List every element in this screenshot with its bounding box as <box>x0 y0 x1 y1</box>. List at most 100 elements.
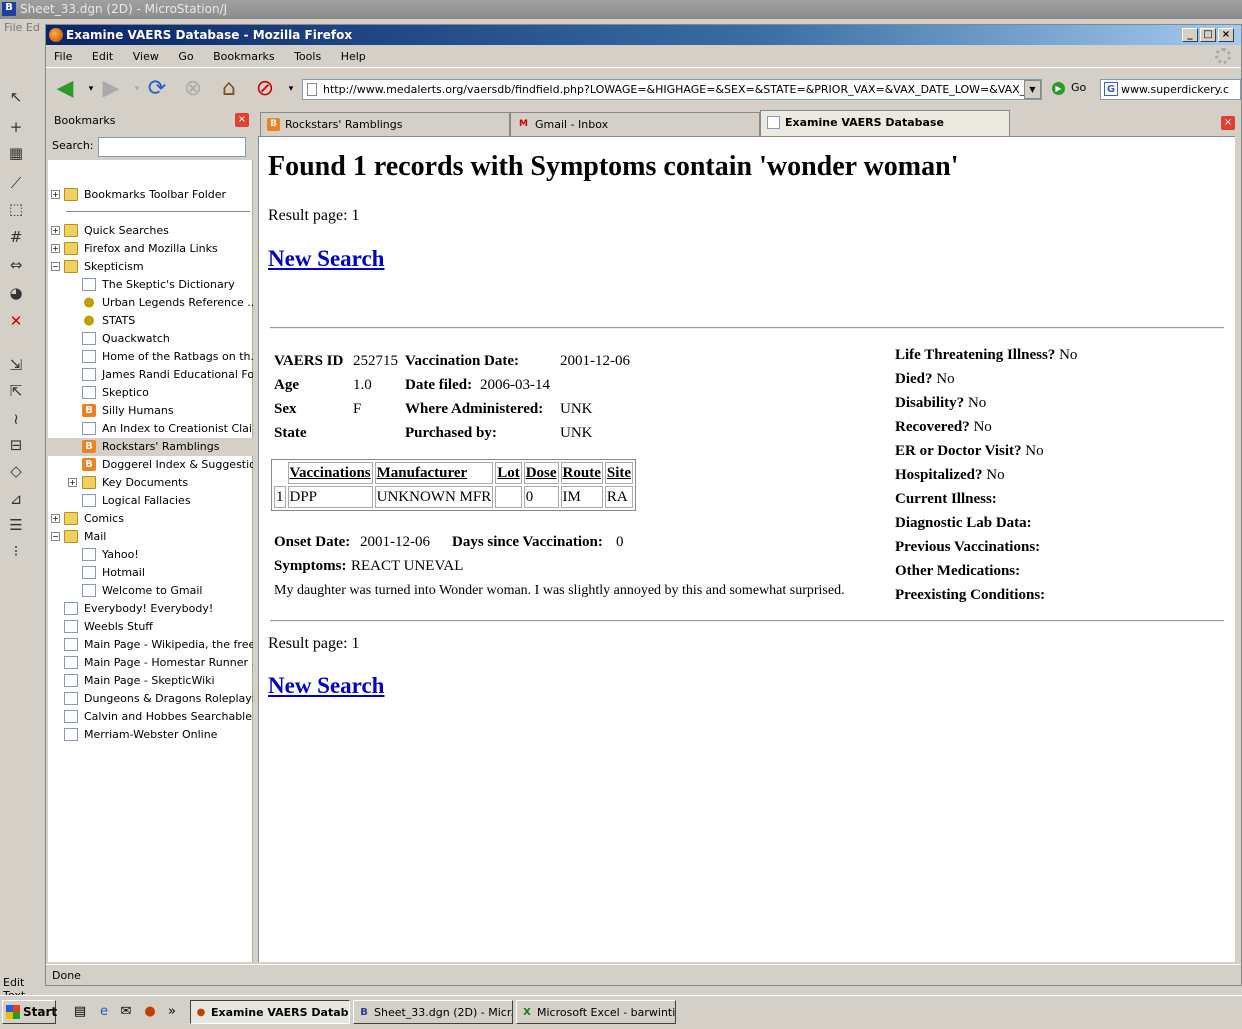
select-arrow-icon[interactable]: ↖ <box>6 87 26 107</box>
bookmark-item[interactable]: Main Page - Wikipedia, the free... <box>48 636 253 654</box>
bookmark-item[interactable]: Everybody! Everybody! <box>48 600 253 618</box>
tab-vaers[interactable]: Examine VAERS Database <box>760 110 1010 136</box>
bookmark-item[interactable]: B Doggerel Index & Suggestions <box>48 456 253 474</box>
menu-bookmarks[interactable]: Bookmarks <box>213 50 274 63</box>
grid-icon[interactable]: # <box>6 227 26 247</box>
firefox-icon <box>49 28 63 42</box>
copy-icon[interactable]: ⇱ <box>6 381 26 401</box>
bookmark-item[interactable]: Quackwatch <box>48 330 253 348</box>
url-dropdown-button[interactable]: ▼ <box>1024 80 1041 99</box>
expand-icon[interactable]: + <box>51 244 60 253</box>
internet-explorer-icon[interactable]: e <box>96 1004 112 1020</box>
fill-icon[interactable]: ◇ <box>6 461 26 481</box>
menu-help[interactable]: Help <box>341 50 366 63</box>
task-excel[interactable]: X Microsoft Excel - barwinti... <box>516 1000 676 1024</box>
dimension-icon[interactable]: ⊿ <box>6 489 26 509</box>
bookmark-item[interactable]: Main Page - SkepticWiki <box>48 672 253 690</box>
task-microstation[interactable]: B Sheet_33.dgn (2D) - Micr... <box>353 1000 513 1024</box>
bookmark-label: Everybody! Everybody! <box>84 602 214 615</box>
new-search-link[interactable]: New Search <box>268 673 384 699</box>
bookmark-item[interactable]: Dungeons & Dragons Roleplayi... <box>48 690 253 708</box>
task-firefox[interactable]: ● Examine VAERS Datab... <box>190 1000 350 1024</box>
expand-icon[interactable]: + <box>68 478 77 487</box>
place-point-icon[interactable]: + <box>6 117 26 137</box>
menu-edit[interactable]: Edit <box>92 50 113 63</box>
bookmark-item[interactable]: Welcome to Gmail <box>48 582 253 600</box>
bookmark-folder[interactable]: + Quick Searches <box>48 222 253 240</box>
outlook-icon[interactable]: ✉ <box>118 1004 134 1020</box>
bookmark-item[interactable]: The Skeptic's Dictionary <box>48 276 253 294</box>
result-page: Result page: 1 <box>268 635 360 652</box>
menu-tools[interactable]: Tools <box>294 50 321 63</box>
expand-icon[interactable]: + <box>51 226 60 235</box>
bookmark-item[interactable]: An Index to Creationist Claims <box>48 420 253 438</box>
search-text[interactable]: www.superdickery.c <box>1121 83 1229 96</box>
collapse-icon[interactable]: − <box>51 532 60 541</box>
back-arrow-icon[interactable]: ◀ <box>52 76 78 102</box>
measure-icon[interactable]: ⇔ <box>6 255 26 275</box>
bookmark-folder[interactable]: + Firefox and Mozilla Links <box>48 240 253 258</box>
bookmark-item[interactable]: Skeptico <box>48 384 253 402</box>
col-route: Route <box>560 462 603 484</box>
delete-icon[interactable]: ✕ <box>6 311 26 331</box>
adblock-dropdown-icon[interactable]: ▾ <box>278 76 304 102</box>
bookmark-item[interactable]: Main Page - Homestar Runner ... <box>48 654 253 672</box>
bookmark-item[interactable]: Yahoo! <box>48 546 253 564</box>
show-desktop-icon[interactable]: ▤ <box>72 1004 88 1020</box>
close-button[interactable]: × <box>1218 28 1234 42</box>
expand-icon[interactable]: + <box>51 514 60 523</box>
bookmark-label: James Randi Educational Fo... <box>102 368 253 381</box>
bookmark-item[interactable]: Merriam-Webster Online <box>48 726 253 744</box>
menu-go[interactable]: Go <box>178 50 193 63</box>
sidebar-close-icon[interactable]: × <box>235 113 249 127</box>
sidebar-search-input[interactable] <box>98 137 246 157</box>
fence-icon[interactable]: ▦ <box>6 143 26 163</box>
firefox-quicklaunch-icon[interactable]: ● <box>142 1004 158 1020</box>
tab-gmail[interactable]: M Gmail - Inbox <box>510 112 760 136</box>
palette-icon[interactable]: ◕ <box>6 283 26 303</box>
new-search-link[interactable]: New Search <box>268 246 384 272</box>
home-icon[interactable]: ⌂ <box>216 76 242 102</box>
bookmark-item[interactable]: ● Urban Legends Reference ... <box>48 294 253 312</box>
bookmark-folder[interactable]: − Skepticism <box>48 258 253 276</box>
url-bar[interactable]: http://www.medalerts.org/vaersdb/findfie… <box>302 79 1042 100</box>
collapse-icon[interactable]: − <box>51 262 60 271</box>
bookmark-item[interactable]: Logical Fallacies <box>48 492 253 510</box>
more-icon[interactable]: » <box>164 1004 180 1020</box>
bookmark-folder[interactable]: + Comics <box>48 510 253 528</box>
reload-icon[interactable]: ⟳ <box>144 76 170 102</box>
dots-icon[interactable]: ⁝ <box>6 541 26 561</box>
search-bar[interactable]: G www.superdickery.c <box>1100 79 1241 100</box>
bookmark-item[interactable]: James Randi Educational Fo... <box>48 366 253 384</box>
microstation-menu[interactable]: File Ed <box>0 19 46 37</box>
bookmark-item[interactable]: ● STATS <box>48 312 253 330</box>
menu-view[interactable]: View <box>133 50 159 63</box>
minimize-button[interactable]: _ <box>1182 28 1198 42</box>
bookmark-item[interactable]: Hotmail <box>48 564 253 582</box>
modify-icon[interactable]: ⊟ <box>6 435 26 455</box>
forward-arrow-icon[interactable]: ▶ <box>98 76 124 102</box>
bookmark-item[interactable]: Calvin and Hobbes Searchable ... <box>48 708 253 726</box>
move-icon[interactable]: ⇲ <box>6 355 26 375</box>
adblock-icon[interactable]: ⊘ <box>252 76 278 102</box>
bookmark-item[interactable]: Weebls Stuff <box>48 618 253 636</box>
url-text[interactable]: http://www.medalerts.org/vaersdb/findfie… <box>323 83 1041 96</box>
curve-icon[interactable]: ≀ <box>6 409 26 429</box>
expand-icon[interactable]: + <box>51 190 60 199</box>
bookmark-folder[interactable]: − Mail <box>48 528 253 546</box>
start-button[interactable]: Start <box>2 1000 57 1024</box>
bookmark-folder[interactable]: + Key Documents <box>48 474 253 492</box>
bookmark-item[interactable]: Home of the Ratbags on th... <box>48 348 253 366</box>
go-button[interactable]: ▶ Go <box>1052 81 1086 95</box>
line-icon[interactable]: ⟋ <box>6 173 26 193</box>
bookmark-item[interactable]: B Rockstars' Ramblings <box>48 438 253 456</box>
bookmark-item[interactable]: B Silly Humans <box>48 402 253 420</box>
menu-file[interactable]: File <box>54 50 72 63</box>
maximize-button[interactable]: □ <box>1200 28 1216 42</box>
tree-icon[interactable]: ☰ <box>6 515 26 535</box>
tab-rockstars[interactable]: B Rockstars' Ramblings <box>260 112 510 136</box>
close-tab-icon[interactable]: × <box>1221 116 1235 130</box>
stop-icon[interactable]: ⊗ <box>180 76 206 102</box>
bookmark-folder[interactable]: + Bookmarks Toolbar Folder <box>48 186 253 204</box>
shape-icon[interactable]: ⬚ <box>6 199 26 219</box>
